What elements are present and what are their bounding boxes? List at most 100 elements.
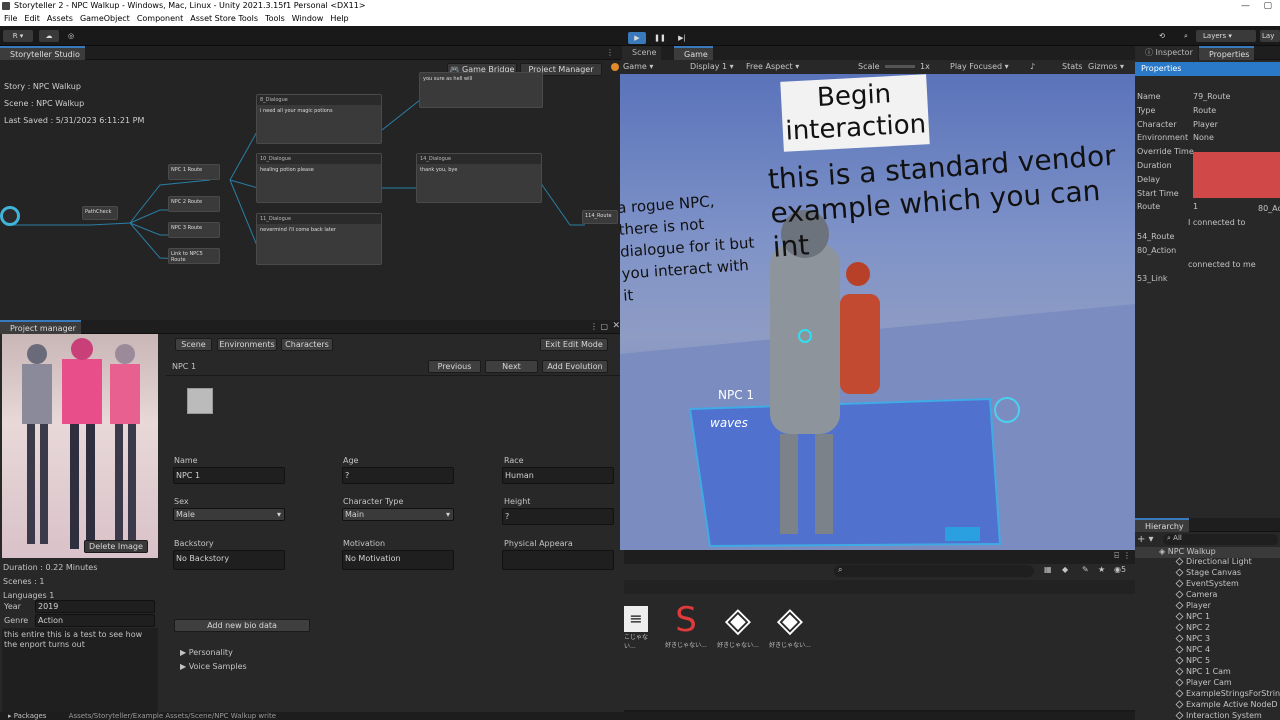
voice-samples-foldout[interactable]: ▶ Voice Samples: [180, 662, 247, 671]
physical-appearance-field[interactable]: [502, 550, 614, 570]
tab-storyteller-studio[interactable]: Storyteller Studio: [0, 46, 85, 60]
cloud-icon[interactable]: ☁: [39, 30, 59, 42]
asset-search-input[interactable]: ⌕: [834, 565, 1034, 577]
kebab-menu-icon[interactable]: ⋮: [606, 48, 614, 57]
menu-item-file[interactable]: File: [1, 14, 20, 23]
dialogue-node[interactable]: 14_Dialogue thank you, bye: [416, 153, 542, 203]
tab-properties[interactable]: Properties: [1199, 46, 1255, 60]
age-field[interactable]: ?: [342, 467, 454, 484]
menu-item-assets[interactable]: Assets: [44, 14, 76, 23]
menu-item-component[interactable]: Component: [134, 14, 186, 23]
brush-icon[interactable]: ✎: [1082, 565, 1089, 574]
menu-item-asset-store-tools[interactable]: Asset Store Tools: [187, 14, 261, 23]
display-dropdown[interactable]: Display 1 ▾: [690, 60, 734, 74]
backstory-field[interactable]: No Backstory: [173, 550, 285, 570]
inspector-field-value[interactable]: 1: [1193, 202, 1198, 211]
hierarchy-search-input[interactable]: ⌕ All: [1163, 534, 1278, 545]
menu-item-window[interactable]: Window: [289, 14, 327, 23]
height-field[interactable]: ?: [502, 508, 614, 525]
delete-image-button[interactable]: Delete Image: [84, 540, 148, 553]
previous-button[interactable]: Previous: [428, 360, 481, 373]
minimize-icon[interactable]: —: [1241, 0, 1250, 12]
dialogue-node[interactable]: 8_Dialogue i need all your magic potions: [256, 94, 382, 144]
race-field[interactable]: Human: [502, 467, 614, 484]
search-icon[interactable]: ⌕: [1179, 30, 1193, 42]
gizmos-dropdown[interactable]: Gizmos ▾: [1088, 60, 1124, 74]
hierarchy-item[interactable]: Directional Light: [1175, 557, 1252, 566]
step-icon[interactable]: ▶|: [673, 32, 691, 44]
tab-hierarchy[interactable]: Hierarchy: [1135, 518, 1189, 532]
dialogue-node[interactable]: 10_Dialogue healing potion please: [256, 153, 382, 203]
connected-item[interactable]: 53_Link: [1137, 274, 1168, 283]
route-node[interactable]: NPC 2 Route: [168, 196, 220, 212]
add-object-button[interactable]: + ▾: [1137, 534, 1154, 545]
menu-item-gameobject[interactable]: GameObject: [77, 14, 133, 23]
asset-item[interactable]: ◈ 好きじゃない...: [768, 600, 812, 650]
add-evolution-button[interactable]: Add Evolution: [542, 360, 608, 373]
hierarchy-item[interactable]: Camera: [1175, 590, 1217, 599]
maximize-icon[interactable]: ▢: [600, 322, 608, 331]
dialogue-node[interactable]: 11_Dialogue nevermind i'll come back late…: [256, 213, 382, 265]
layout-dropdown[interactable]: Lay: [1260, 30, 1280, 42]
name-field[interactable]: NPC 1: [173, 467, 285, 484]
character-type-dropdown[interactable]: Main ▾: [342, 508, 454, 521]
tab-scene-view[interactable]: Scene: [622, 46, 662, 60]
connected-item[interactable]: 54_Route: [1137, 232, 1174, 241]
inspector-field-value[interactable]: Player: [1193, 120, 1218, 129]
hierarchy-item[interactable]: Example Active NodeD: [1175, 700, 1278, 709]
hierarchy-item[interactable]: NPC 2: [1175, 623, 1210, 632]
filter-icon[interactable]: ▦: [1044, 565, 1052, 574]
motivation-field[interactable]: No Motivation: [342, 550, 454, 570]
hierarchy-item[interactable]: NPC 3: [1175, 634, 1210, 643]
tab-project-manager[interactable]: Project manager: [0, 320, 81, 334]
hierarchy-item[interactable]: NPC 1: [1175, 612, 1210, 621]
start-node-icon[interactable]: [0, 206, 20, 226]
inspector-field-value[interactable]: 79_Route: [1193, 92, 1230, 101]
inspector-field-value[interactable]: Route: [1193, 106, 1216, 115]
stats-toggle[interactable]: Stats: [1062, 60, 1082, 74]
route-node[interactable]: Link to NPC5 Route: [168, 248, 220, 264]
tab-inspector[interactable]: ⓘ Inspector: [1135, 46, 1198, 60]
maximize-icon[interactable]: ▢: [1263, 0, 1272, 12]
star-icon[interactable]: ★: [1098, 565, 1105, 574]
hierarchy-item[interactable]: ExampleStringsForStrin: [1175, 689, 1280, 698]
layers-dropdown[interactable]: Layers ▾: [1196, 30, 1256, 42]
label-icon[interactable]: ◆: [1062, 565, 1068, 574]
play-icon[interactable]: ▶: [628, 32, 646, 44]
tab-environments[interactable]: Environments: [217, 338, 277, 351]
aspect-dropdown[interactable]: Free Aspect ▾: [746, 60, 799, 74]
avatar-placeholder-icon[interactable]: [187, 388, 213, 414]
asset-item[interactable]: ◈ 好きじゃない...: [716, 600, 760, 650]
exit-edit-mode-button[interactable]: Exit Edit Mode: [540, 338, 608, 351]
asset-item[interactable]: S 好きじゃない...: [664, 600, 708, 650]
kebab-menu-icon[interactable]: ⋮: [590, 322, 598, 331]
mute-icon[interactable]: ♪: [1030, 60, 1035, 74]
play-focused-dropdown[interactable]: Play Focused ▾: [950, 60, 1009, 74]
tab-scene[interactable]: Scene: [175, 338, 212, 351]
collab-icon[interactable]: ◎: [64, 30, 78, 42]
hierarchy-item[interactable]: Player Cam: [1175, 678, 1232, 687]
game-mode-dropdown[interactable]: Game ▾: [623, 60, 653, 74]
route-node[interactable]: NPC 3 Route: [168, 222, 220, 238]
add-bio-data-button[interactable]: Add new bio data: [174, 619, 310, 632]
dialogue-node[interactable]: you sure as hell will: [419, 72, 543, 108]
genre-field[interactable]: Action: [35, 614, 155, 627]
hierarchy-item[interactable]: Player: [1175, 601, 1211, 610]
route-node[interactable]: NPC 1 Route: [168, 164, 220, 180]
packages-label[interactable]: Packages: [14, 712, 47, 720]
history-icon[interactable]: ⟲: [1154, 30, 1170, 42]
hierarchy-item[interactable]: NPC 1 Cam: [1175, 667, 1231, 676]
hierarchy-item[interactable]: NPC 5: [1175, 656, 1210, 665]
inspector-field-value[interactable]: None: [1193, 133, 1214, 142]
close-icon[interactable]: ✕: [612, 321, 620, 331]
account-button[interactable]: R ▾: [3, 30, 33, 42]
personality-foldout[interactable]: ▶ Personality: [180, 648, 233, 657]
route-node[interactable]: 114_Route: [582, 210, 618, 224]
menu-item-help[interactable]: Help: [327, 14, 351, 23]
scale-slider[interactable]: [885, 65, 915, 68]
hierarchy-item[interactable]: Interaction System: [1175, 711, 1262, 720]
tab-characters[interactable]: Characters: [281, 338, 333, 351]
next-button[interactable]: Next: [485, 360, 538, 373]
route-node[interactable]: PathCheck: [82, 206, 118, 220]
sex-dropdown[interactable]: Male ▾: [173, 508, 285, 521]
